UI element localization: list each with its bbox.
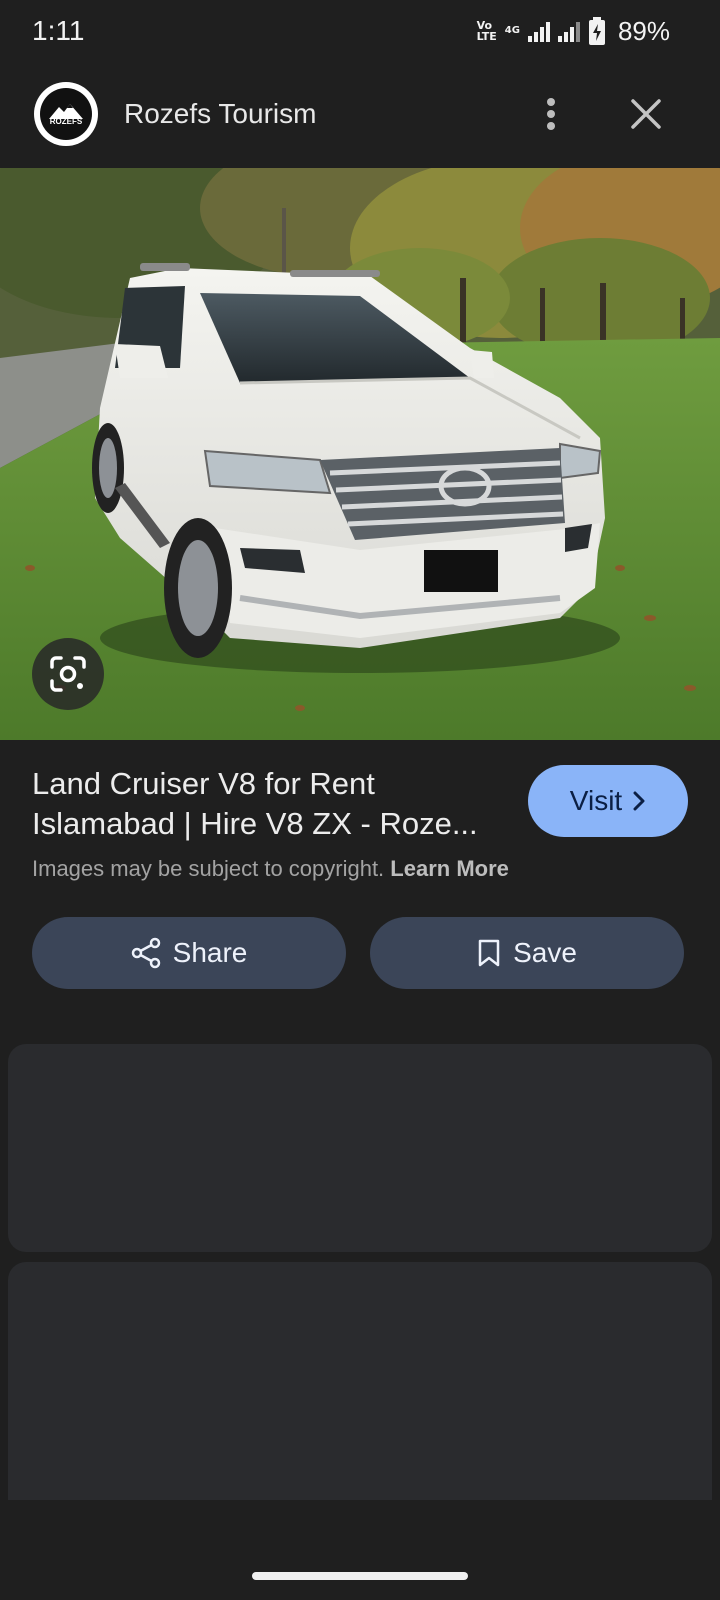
related-result-card-placeholder — [8, 1044, 712, 1252]
car-photo-illustration — [0, 168, 720, 740]
copyright-notice: Images may be subject to copyright. Lear… — [32, 856, 509, 882]
logo-text: ROZEFS — [49, 116, 83, 126]
signal-2-icon — [557, 20, 580, 42]
result-header: ROZEFS Rozefs Tourism — [0, 66, 720, 166]
signal-1-icon — [527, 20, 550, 42]
result-title[interactable]: Land Cruiser V8 for Rent Islamabad | Hir… — [32, 764, 492, 844]
status-icons: Vo LTE 4G 89% — [477, 14, 670, 48]
more-vert-icon — [547, 98, 555, 130]
google-lens-button[interactable] — [32, 638, 104, 710]
network-type-indicator: 4G — [504, 25, 520, 36]
navigation-bar — [0, 1500, 720, 1600]
close-button[interactable] — [622, 90, 670, 138]
learn-more-link[interactable]: Learn More — [390, 856, 509, 881]
result-title-line-2: Islamabad | Hire V8 ZX - Roze... — [32, 806, 478, 841]
logo-mountain-icon: ROZEFS — [40, 88, 92, 140]
status-bar: 1:11 Vo LTE 4G 89% — [0, 0, 720, 66]
battery-charging-icon — [588, 17, 605, 45]
home-gesture-handle[interactable] — [252, 1572, 468, 1580]
site-logo[interactable]: ROZEFS — [34, 82, 98, 146]
volte-indicator: Vo LTE — [476, 19, 497, 43]
bookmark-icon — [478, 939, 500, 967]
share-icon — [131, 937, 160, 969]
battery-level: 89% — [617, 15, 670, 46]
result-title-line-1: Land Cruiser V8 for Rent — [32, 766, 375, 801]
more-options-button[interactable] — [528, 90, 574, 138]
copyright-text: Images may be subject to copyright. — [32, 856, 385, 881]
site-name[interactable]: Rozefs Tourism — [124, 98, 316, 130]
visit-button[interactable]: Visit — [528, 765, 688, 837]
result-image[interactable] — [0, 168, 720, 740]
visit-label: Visit — [569, 785, 623, 816]
save-button[interactable]: Save — [370, 917, 684, 989]
google-lens-icon — [50, 656, 86, 692]
close-icon — [631, 99, 661, 129]
related-result-card-placeholder — [8, 1262, 712, 1500]
chevron-right-icon — [633, 791, 645, 811]
share-button[interactable]: Share — [32, 917, 346, 989]
share-label: Share — [172, 937, 248, 968]
save-label: Save — [513, 937, 577, 968]
status-time: 1:11 — [32, 15, 85, 46]
